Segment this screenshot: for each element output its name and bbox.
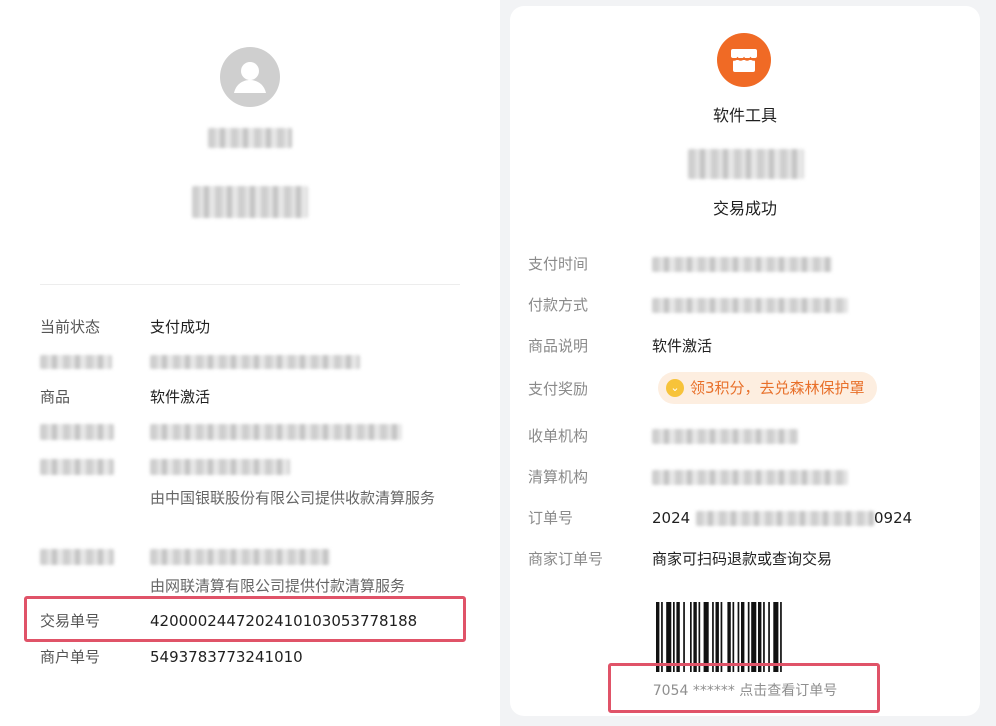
status-value: 支付成功 <box>150 318 211 336</box>
barcode[interactable] <box>650 602 850 672</box>
pay-time-value-redacted <box>652 257 832 272</box>
product-desc-label: 商品说明 <box>528 337 589 355</box>
product-label: 商品 <box>40 388 71 406</box>
barcode-bar <box>683 602 685 672</box>
barcode-bar <box>693 602 697 672</box>
right-receipt-panel: 软件工具 交易成功 支付时间 付款方式 商品说明 软件激活 支付奖励 ⌄ 领3积… <box>510 6 980 716</box>
storefront-icon <box>730 49 758 72</box>
pay-method-label: 付款方式 <box>528 296 589 314</box>
barcode-bar <box>715 602 719 672</box>
order-no-label: 订单号 <box>528 509 574 527</box>
barcode-bar <box>751 602 757 672</box>
clearing-note: 由中国银联股份有限公司提供收款清算服务 <box>150 489 436 507</box>
user-icon <box>234 62 266 93</box>
barcode-bar <box>720 602 723 672</box>
status-label: 当前状态 <box>40 318 101 336</box>
barcode-bar <box>780 602 782 672</box>
clearing-label: 清算机构 <box>528 468 589 486</box>
barcode-bar <box>698 602 701 672</box>
merchant-no-label: 商户单号 <box>40 648 101 666</box>
merchant-no-value[interactable]: 5493783773241010 <box>150 646 303 668</box>
barcode-bar <box>703 602 709 672</box>
reward-value: 领3积分，去兑森林保护罩 <box>690 379 865 397</box>
order-no-prefix: 2024 <box>652 509 691 527</box>
barcode-bar <box>758 602 762 672</box>
transaction-status: 交易成功 <box>712 199 777 218</box>
merchant-name: 软件工具 <box>712 106 777 125</box>
barcode-bar <box>712 602 714 672</box>
barcode-bar <box>763 602 765 672</box>
barcode-bar <box>666 602 672 672</box>
field-value-redacted <box>150 424 402 440</box>
barcode-bar <box>773 602 779 672</box>
payee-name-redacted <box>208 128 292 148</box>
amount-redacted <box>688 149 804 179</box>
barcode-bar <box>676 602 680 672</box>
pay-method-value-redacted <box>652 298 848 313</box>
transaction-no-highlight <box>24 596 466 642</box>
pay-time-label-redacted <box>40 355 112 369</box>
barcode-bar <box>727 602 731 672</box>
amount-redacted <box>192 186 308 218</box>
field-label-redacted <box>40 549 114 565</box>
barcode-bar <box>673 602 675 672</box>
field-value-redacted <box>150 549 330 565</box>
pay-time-label: 支付时间 <box>528 255 589 273</box>
barcode-bar <box>737 602 740 672</box>
reward-label: 支付奖励 <box>528 380 589 398</box>
pay-time-value-redacted <box>150 355 360 369</box>
payment-note: 由网联清算有限公司提供付款清算服务 <box>150 577 406 595</box>
barcode-bar <box>768 602 770 672</box>
merchant-order-value: 商家可扫码退款或查询交易 <box>652 550 833 568</box>
avatar <box>220 47 280 107</box>
acquirer-value-redacted <box>652 429 798 444</box>
barcode-bar <box>741 602 745 672</box>
product-value: 软件激活 <box>150 388 211 406</box>
acquirer-label: 收单机构 <box>528 427 589 445</box>
merchant-logo <box>717 33 771 87</box>
clearing-value-redacted <box>652 470 848 485</box>
barcode-bar <box>747 602 750 672</box>
reward-chip[interactable]: ⌄ 领3积分，去兑森林保护罩 <box>658 372 877 404</box>
order-no-suffix: 0924 <box>874 509 913 527</box>
field-label-redacted <box>40 424 114 440</box>
order-no-redacted <box>696 511 874 526</box>
barcode-bar <box>661 602 663 672</box>
product-desc-value: 软件激活 <box>652 337 713 355</box>
field-value-redacted <box>150 459 290 475</box>
field-label-redacted <box>40 459 114 475</box>
barcode-bar <box>690 602 692 672</box>
divider <box>40 284 460 285</box>
barcode-caption-highlight <box>608 663 880 713</box>
barcode-bar <box>732 602 735 672</box>
merchant-order-label: 商家订单号 <box>528 550 604 568</box>
barcode-bar <box>656 602 660 672</box>
coin-icon: ⌄ <box>666 379 684 397</box>
